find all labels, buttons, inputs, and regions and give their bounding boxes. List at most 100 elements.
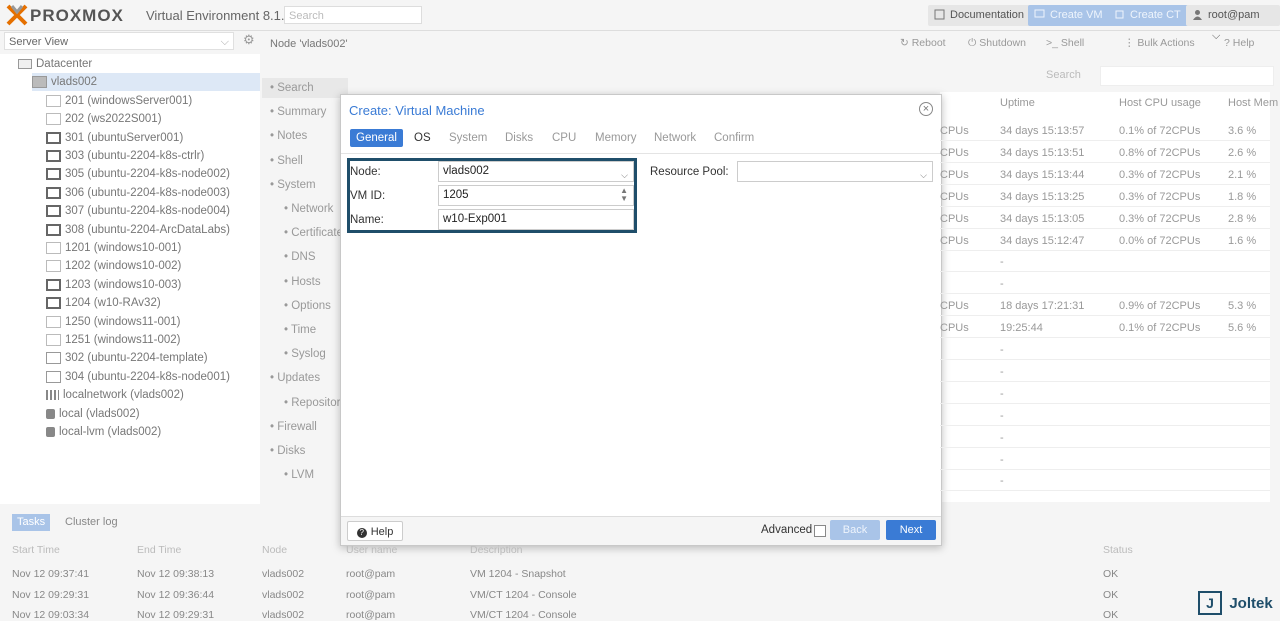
nav-item-hosts[interactable]: • Hosts — [284, 272, 321, 292]
shell-button[interactable]: >_ Shell — [1046, 37, 1084, 49]
help-label: Help — [1232, 37, 1255, 49]
help-button[interactable]: ? Help — [1224, 37, 1254, 49]
tab-os[interactable]: OS — [408, 129, 437, 147]
vmid-field[interactable]: 1205 ▲ ▼ — [438, 185, 634, 206]
grid-header[interactable]: Host Mem — [1228, 97, 1278, 109]
task-cell: vlads002 — [262, 588, 305, 601]
guest-grid — [940, 92, 1270, 502]
dialog-title: Create: Virtual Machine — [349, 103, 485, 118]
tree-item[interactable]: 308 (ubuntu-2204-ArcDataLabs) — [46, 221, 230, 239]
vmon-icon — [46, 131, 61, 144]
create-vm-button[interactable]: Create VM — [1028, 5, 1111, 26]
nav-label: Disks — [277, 445, 306, 457]
tree-item[interactable]: 1201 (windows10-001) — [46, 239, 181, 257]
grid-cell: 18 days 17:21:31 — [1000, 300, 1085, 313]
tree-item[interactable]: 1203 (windows10-003) — [46, 276, 181, 294]
tree-item[interactable]: 302 (ubuntu-2204-template) — [46, 349, 208, 367]
nav-item-network[interactable]: • Network — [284, 199, 333, 219]
reboot-button[interactable]: ↻ Reboot — [900, 37, 946, 49]
tab-tasks[interactable]: Tasks — [12, 514, 51, 531]
advanced-checkbox[interactable] — [814, 525, 826, 537]
task-header[interactable]: Description — [470, 544, 523, 556]
nav-item-options[interactable]: • Options — [284, 296, 331, 316]
grid-search-input[interactable] — [1100, 66, 1274, 86]
spinner-icon[interactable]: ▲ ▼ — [620, 187, 628, 203]
tab-cluster-log[interactable]: Cluster log — [60, 514, 123, 531]
nav-item-search[interactable]: • Search — [262, 78, 348, 98]
server-view-select[interactable]: Server View ⌵ — [4, 32, 234, 50]
node-select[interactable]: vlads002 ⌵ — [438, 161, 634, 182]
task-cell: root@pam — [346, 568, 396, 580]
tree-item[interactable]: 1202 (windows10-002) — [46, 257, 181, 275]
grid-cell: CPUs — [940, 322, 969, 335]
reboot-icon: ↻ — [900, 37, 912, 49]
tab-confirm[interactable]: Confirm — [708, 129, 760, 147]
nav-item-firewall[interactable]: • Firewall — [270, 417, 317, 437]
tab-network[interactable]: Network — [648, 129, 702, 147]
tree-item-datacenter[interactable]: Datacenter — [18, 55, 92, 73]
nav-item-shell[interactable]: • Shell — [270, 151, 303, 171]
tree-item-label: Datacenter — [36, 58, 93, 70]
tree-item[interactable]: 1251 (windows11-002) — [46, 331, 181, 349]
shutdown-button[interactable]: ⏻ Shutdown — [968, 37, 1026, 50]
tree-item[interactable]: 304 (ubuntu-2204-k8s-node001) — [46, 368, 230, 386]
nav-item-summary[interactable]: • Summary — [270, 102, 326, 122]
tab-memory[interactable]: Memory — [589, 129, 643, 147]
global-search-input[interactable]: Search — [284, 6, 422, 24]
tree-item-label: 202 (ws2022S001) — [65, 113, 162, 126]
task-header[interactable]: Node — [262, 544, 287, 556]
tab-cpu[interactable]: CPU — [546, 129, 582, 147]
user-menu-button[interactable]: root@pam ⌵ — [1186, 5, 1280, 42]
nav-item-dns[interactable]: • DNS — [284, 247, 316, 267]
task-header[interactable]: User name — [346, 544, 397, 556]
grid-cell: - — [1000, 387, 1004, 400]
nav-item-lvm[interactable]: • LVM — [284, 465, 314, 485]
tree-item[interactable]: 305 (ubuntu-2204-k8s-node002) — [46, 165, 230, 183]
tree-item[interactable]: 303 (ubuntu-2204-k8s-ctrlr) — [46, 147, 204, 165]
tree-item-node[interactable]: vlads002 — [32, 73, 260, 92]
tree-item[interactable]: localnetwork (vlads002) — [46, 386, 184, 404]
nav-label: Search — [277, 82, 314, 94]
nav-item-time[interactable]: • Time — [284, 320, 316, 340]
grid-header[interactable]: Uptime — [1000, 97, 1035, 109]
tree-item[interactable]: 202 (ws2022S001) — [46, 110, 162, 128]
tree-item[interactable]: 201 (windowsServer001) — [46, 92, 192, 110]
vmon-icon — [46, 186, 61, 199]
tree-item[interactable]: 301 (ubuntuServer001) — [46, 129, 183, 147]
nav-item-system[interactable]: • System — [270, 175, 316, 195]
tab-system[interactable]: System — [443, 129, 493, 147]
task-header[interactable]: End Time — [137, 544, 181, 556]
name-field[interactable]: w10-Exp001 — [438, 209, 634, 230]
grid-cell: 0.1% of 72CPUs — [1119, 322, 1201, 335]
bulk-actions-button[interactable]: ⋮ Bulk Actions — [1124, 37, 1195, 49]
grid-cell: 0.1% of 72CPUs — [1119, 125, 1201, 137]
dialog-help-button[interactable]: ? Help — [347, 521, 403, 541]
resource-pool-select[interactable]: ⌵ — [737, 161, 933, 182]
nav-item-notes[interactable]: • Notes — [270, 126, 307, 146]
close-icon[interactable]: × — [919, 102, 933, 116]
nav-label: Time — [291, 324, 317, 336]
grid-header[interactable]: Host CPU usage — [1119, 97, 1201, 109]
tree-item[interactable]: 1204 (w10-RAv32) — [46, 294, 161, 312]
create-ct-button[interactable]: Create CT — [1108, 5, 1189, 26]
tree-item-label: 1203 (windows10-003) — [65, 278, 182, 291]
nav-item-updates[interactable]: • Updates — [270, 368, 320, 388]
tree-item[interactable]: 1250 (windows11-001) — [46, 313, 181, 331]
tab-general[interactable]: General — [350, 129, 403, 147]
tab-disks[interactable]: Disks — [499, 129, 539, 147]
tree-item[interactable]: local-lvm (vlads002) — [46, 423, 161, 441]
task-header[interactable]: Status — [1103, 544, 1133, 556]
nav-item-syslog[interactable]: • Syslog — [284, 344, 326, 364]
documentation-button[interactable]: Documentation — [928, 5, 1032, 26]
tree-item[interactable]: 307 (ubuntu-2204-k8s-node004) — [46, 202, 230, 220]
gear-icon[interactable]: ⚙ — [243, 32, 255, 48]
back-button[interactable]: Back — [830, 520, 880, 540]
nav-item-disks[interactable]: • Disks — [270, 441, 305, 461]
grid-row-divider — [940, 140, 1270, 141]
next-button[interactable]: Next — [886, 520, 936, 540]
tree-item[interactable]: 306 (ubuntu-2204-k8s-node003) — [46, 184, 230, 202]
tpl-icon — [46, 352, 61, 365]
tree-item[interactable]: local (vlads002) — [46, 405, 140, 423]
grid-row-divider — [940, 337, 1270, 339]
task-header[interactable]: Start Time — [12, 544, 60, 556]
